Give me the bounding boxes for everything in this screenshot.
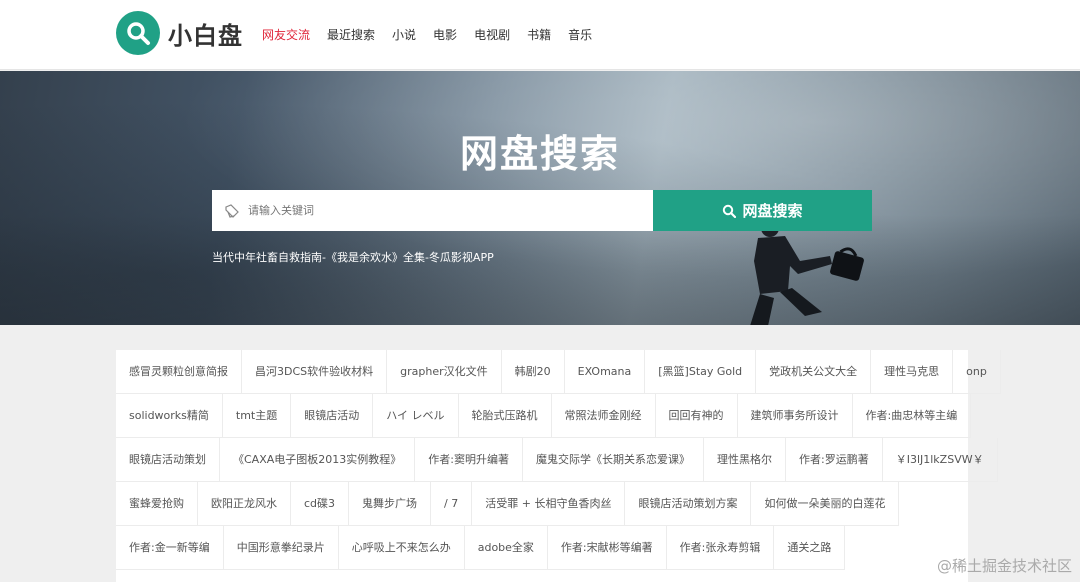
- tag-link[interactable]: 回回有神的: [655, 394, 738, 438]
- businessman-illustration: [750, 219, 864, 325]
- tag-link[interactable]: 作者:张永寿剪辑: [666, 526, 775, 570]
- tag-link[interactable]: 中国形意拳纪录片: [223, 526, 339, 570]
- site-logo[interactable]: 小白盘: [116, 10, 243, 56]
- tag-link[interactable]: [黑篮]Stay Gold: [645, 350, 757, 394]
- tag-link[interactable]: adobe全家: [464, 526, 548, 570]
- tag-link[interactable]: 作者:曲忠林等主编: [852, 394, 972, 438]
- tag-link[interactable]: tmt主题: [222, 394, 292, 438]
- tag-link[interactable]: 作者:宋献彬等编著: [547, 526, 667, 570]
- search-button[interactable]: 网盘搜索: [653, 190, 872, 231]
- nav-item-recent[interactable]: 最近搜索: [327, 26, 375, 43]
- tag-link[interactable]: 如何做一朵美丽的白莲花: [751, 482, 900, 526]
- tag-link[interactable]: 通关之路: [774, 526, 846, 570]
- tag-link[interactable]: onp: [953, 350, 1001, 394]
- tag-link[interactable]: 感冒灵颗粒创意简报: [116, 350, 242, 394]
- tag-link[interactable]: / 7: [431, 482, 473, 526]
- tag-link[interactable]: solidworks精简: [116, 394, 223, 438]
- tag-link[interactable]: 《CAXA电子图板2013实例教程》: [220, 438, 416, 482]
- tag-link[interactable]: 韩剧20: [501, 350, 565, 394]
- keyword-tag-icon: [225, 203, 239, 218]
- tag-link[interactable]: ￥I3lJ1lkZSVW￥: [882, 438, 998, 482]
- hero-title: 网盘搜索: [459, 132, 620, 176]
- watermark-text: @稀土掘金技术社区: [936, 557, 1072, 575]
- tag-link[interactable]: 作者:罗运鹏著: [785, 438, 883, 482]
- tag-row: 感冒灵颗粒创意简报 昌河3DCS软件验收材料 grapher汉化文件 韩剧20 …: [116, 350, 1001, 394]
- tag-link[interactable]: 心呼吸上不来怎么办: [338, 526, 465, 570]
- tag-link[interactable]: 建筑师事务所设计: [737, 394, 853, 438]
- tag-link[interactable]: 魔鬼交际学《长期关系恋爱课》: [522, 438, 704, 482]
- search-icon: [723, 204, 737, 218]
- main-nav: 网友交流 最近搜索 小说 电影 电视剧 书籍 音乐: [262, 26, 609, 43]
- tag-link[interactable]: 作者:窦明升编著: [415, 438, 523, 482]
- search-button-label: 网盘搜索: [742, 202, 803, 220]
- promo-link[interactable]: 当代中年社畜自救指南-《我是余欢水》全集-冬瓜影视APP: [212, 249, 494, 265]
- nav-item-novel[interactable]: 小说: [392, 26, 416, 43]
- nav-item-music[interactable]: 音乐: [568, 26, 592, 43]
- tag-row: 蜜蜂爱抢购 欧阳正龙风水 cd碟3 鬼舞步广场 / 7 活受罪 + 长相守鱼香肉…: [116, 482, 968, 526]
- tag-link[interactable]: cd碟3: [291, 482, 350, 526]
- nav-item-tv[interactable]: 电视剧: [474, 26, 510, 43]
- tag-link[interactable]: EXOmana: [564, 350, 646, 394]
- tag-row: 作者:金一新等编 中国形意拳纪录片 心呼吸上不来怎么办 adobe全家 作者:宋…: [116, 526, 968, 570]
- tag-link[interactable]: grapher汉化文件: [387, 350, 502, 394]
- tag-link[interactable]: 理性黑格尔: [703, 438, 786, 482]
- site-header: 小白盘 网友交流 最近搜索 小说 电影 电视剧 书籍 音乐: [0, 0, 1080, 70]
- tag-link[interactable]: 眼镜店活动策划: [116, 438, 220, 482]
- tag-link[interactable]: 活受罪 + 长相守鱼香肉丝: [472, 482, 626, 526]
- nav-item-forum[interactable]: 网友交流: [262, 26, 310, 43]
- hero-banner: 网盘搜索 网盘搜索 当代中年社畜自救指南-《我是余欢水》全集-冬瓜影视APP: [0, 71, 1080, 325]
- hot-tags-panel: 感冒灵颗粒创意简报 昌河3DCS软件验收材料 grapher汉化文件 韩剧20 …: [116, 350, 1001, 582]
- search-logo-icon: [116, 11, 160, 55]
- tag-link[interactable]: 蜜蜂爱抢购: [116, 482, 198, 526]
- tag-link[interactable]: 理性马克思: [871, 350, 954, 394]
- tag-link[interactable]: ハイ レベル: [373, 394, 459, 438]
- logo-text: 小白盘: [168, 21, 243, 50]
- tag-link[interactable]: 常照法师金刚经: [551, 394, 656, 438]
- search-input-wrapper[interactable]: [212, 190, 653, 231]
- tag-row: solidworks精简 tmt主题 眼镜店活动 ハイ レベル 轮胎式压路机 常…: [116, 394, 972, 438]
- nav-item-books[interactable]: 书籍: [527, 26, 551, 43]
- tag-link[interactable]: 轮胎式压路机: [458, 394, 552, 438]
- tag-link[interactable]: 昌河3DCS软件验收材料: [242, 350, 388, 394]
- tag-link[interactable]: 鬼舞步广场: [349, 482, 432, 526]
- tag-link[interactable]: 欧阳正龙风水: [198, 482, 291, 526]
- tag-link[interactable]: 眼镜店活动: [291, 394, 374, 438]
- search-input[interactable]: [248, 204, 628, 217]
- search-box: 网盘搜索: [212, 190, 872, 231]
- nav-item-movie[interactable]: 电影: [433, 26, 457, 43]
- tag-link[interactable]: 作者:金一新等编: [116, 526, 224, 570]
- tag-link[interactable]: 眼镜店活动策划方案: [625, 482, 752, 526]
- tag-link[interactable]: 党政机关公文大全: [756, 350, 872, 394]
- tag-row: 眼镜店活动策划 《CAXA电子图板2013实例教程》 作者:窦明升编著 魔鬼交际…: [116, 438, 998, 482]
